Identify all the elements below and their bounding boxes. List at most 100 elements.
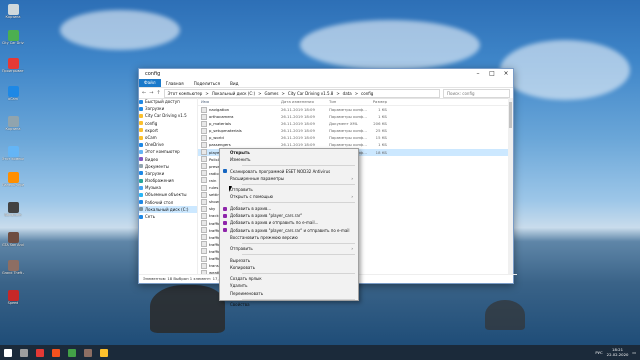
file-row[interactable]: orthocamera 26.11.2019 18:09 Параметры кон… bbox=[198, 113, 513, 120]
nav-item-label: Видео bbox=[145, 156, 159, 162]
forward-icon[interactable]: → bbox=[149, 90, 153, 96]
breadcrumb-item[interactable]: data bbox=[343, 90, 352, 97]
nav-item[interactable]: Изображения bbox=[139, 177, 197, 184]
context-menu-item[interactable]: Переименовать bbox=[220, 290, 358, 297]
nav-item[interactable]: Этот компьютер bbox=[139, 148, 197, 155]
nav-item[interactable]: Быстрый доступ bbox=[139, 98, 197, 105]
breadcrumb-item[interactable]: config bbox=[361, 90, 373, 97]
desktop-icon[interactable]: Grand Theft Auto bbox=[2, 260, 24, 282]
breadcrumb-item[interactable]: Локальный диск (C:) bbox=[212, 90, 255, 97]
yandex-icon[interactable] bbox=[48, 345, 64, 360]
nav-item[interactable]: Объемные объекты bbox=[139, 191, 197, 198]
nav-item[interactable]: OneDrive bbox=[139, 141, 197, 148]
desktop-icon[interactable]: Корзина bbox=[2, 116, 24, 138]
ribbon-tab-2[interactable]: Поделиться bbox=[189, 81, 225, 86]
context-menu-item[interactable]: Открыть с помощью › bbox=[220, 193, 358, 200]
minimize-button[interactable]: – bbox=[471, 69, 485, 79]
nav-item-label: Документы bbox=[145, 163, 169, 169]
scroll-thumb[interactable] bbox=[509, 102, 512, 128]
column-header[interactable]: Имя bbox=[198, 98, 281, 105]
opera-icon[interactable] bbox=[32, 345, 48, 360]
ribbon-tab-1[interactable]: Главная bbox=[161, 81, 189, 86]
desktop-icon-label: Grand Theft Auto bbox=[2, 271, 24, 275]
context-menu-item[interactable]: Создать ярлык bbox=[220, 275, 358, 282]
context-menu-item[interactable]: Расширенные параметры › bbox=[220, 175, 358, 182]
column-header[interactable]: Размер bbox=[367, 98, 387, 105]
breadcrumb-item[interactable]: Этот компьютер bbox=[168, 90, 203, 97]
back-icon[interactable]: ← bbox=[142, 90, 146, 96]
file-row[interactable]: p_world 26.11.2019 18:09 Параметры конф...… bbox=[198, 134, 513, 141]
context-menu-item[interactable]: Добавить в архив "player_cars.rar" bbox=[220, 212, 358, 219]
breadcrumb-item[interactable]: Games bbox=[264, 90, 278, 97]
context-menu-item[interactable]: Отправить bbox=[220, 186, 358, 193]
nav-item[interactable]: config bbox=[139, 120, 197, 127]
nav-item[interactable]: Видео bbox=[139, 156, 197, 163]
nav-item[interactable]: oCam bbox=[139, 134, 197, 141]
context-menu-item[interactable]: Копировать bbox=[220, 264, 358, 271]
context-menu-item[interactable]: Добавить в архив и отправить по e-mail..… bbox=[220, 219, 358, 226]
desktop-icon[interactable]: Bandicam bbox=[2, 202, 24, 224]
maximize-button[interactable]: □ bbox=[485, 69, 499, 79]
context-menu-item[interactable]: Изменить bbox=[220, 156, 358, 163]
context-menu-item[interactable]: Вырезать bbox=[220, 257, 358, 264]
context-menu-item[interactable]: Удалить bbox=[220, 282, 358, 289]
context-menu-item[interactable]: Сканировать программой ESET NOD32 Antivi… bbox=[220, 168, 358, 175]
column-header[interactable]: Дата изменения bbox=[281, 98, 329, 105]
nav-item[interactable]: Локальный диск (C:) bbox=[139, 205, 197, 213]
file-name-cell: p_materials bbox=[198, 120, 281, 127]
desktop-icon[interactable]: City Car Driving bbox=[2, 30, 24, 52]
notification-icon[interactable]: ▭ bbox=[632, 350, 636, 355]
context-menu-item[interactable]: Восстановить прежнюю версию bbox=[220, 234, 358, 241]
up-icon[interactable]: ↑ bbox=[156, 90, 160, 96]
app-icon-10 bbox=[7, 290, 19, 301]
app-icon-9 bbox=[7, 260, 19, 271]
address-bar[interactable]: Этот компьютер > Локальный диск (C:) > Games… bbox=[163, 88, 440, 98]
nav-item[interactable]: City Car Driving v1.5 bbox=[139, 112, 197, 119]
ribbon-tab-0[interactable]: Файл bbox=[139, 79, 161, 87]
nav-item[interactable]: Документы bbox=[139, 163, 197, 170]
context-menu-item[interactable]: Добавить в архив "player_cars.rar" и отп… bbox=[220, 227, 358, 234]
desktop-icon[interactable]: oCam bbox=[2, 86, 24, 108]
close-button[interactable]: × bbox=[499, 69, 513, 79]
context-menu-item[interactable]: Отправить › bbox=[220, 245, 358, 252]
language-indicator[interactable]: РУС bbox=[595, 350, 602, 355]
column-header[interactable]: Тип bbox=[329, 98, 367, 105]
context-menu-item[interactable]: Добавить в архив... bbox=[220, 205, 358, 212]
file-size bbox=[367, 241, 387, 248]
menu-item-label: Расширенные параметры bbox=[230, 175, 285, 181]
green-app-glyph bbox=[68, 348, 76, 357]
search-icon[interactable] bbox=[16, 345, 32, 360]
nav-item-label: City Car Driving v1.5 bbox=[145, 113, 187, 119]
desktop-icon[interactable]: Панель управления bbox=[2, 172, 24, 194]
file-row[interactable]: p_setupmaterials 26.11.2019 18:09 Параметр… bbox=[198, 127, 513, 134]
nav-item[interactable]: Рабочий стол bbox=[139, 199, 197, 206]
context-menu-item[interactable]: Свойства bbox=[220, 301, 358, 308]
nav-item[interactable]: Сеть bbox=[139, 213, 197, 220]
desktop-icon[interactable]: Корзина bbox=[2, 4, 24, 26]
green-app-icon[interactable] bbox=[64, 345, 80, 360]
title-bar[interactable]: config – □ × bbox=[139, 69, 513, 79]
app-icon-6 bbox=[7, 172, 19, 183]
clock[interactable]: 18:21 22.02.2020 bbox=[607, 347, 629, 357]
game-icon[interactable] bbox=[80, 345, 96, 360]
desktop-icon[interactable]: GTA San Andreas bbox=[2, 232, 24, 254]
file-row[interactable]: navigation 26.11.2019 18:09 Параметры конф… bbox=[198, 106, 513, 113]
nav-item[interactable]: Загрузки bbox=[139, 105, 197, 112]
search-input[interactable]: Поиск: config bbox=[443, 88, 510, 98]
nav-item[interactable]: Загрузки bbox=[139, 170, 197, 177]
desktop-icon[interactable]: Проигрыватель bbox=[2, 58, 24, 80]
breadcrumb-item[interactable]: City Car Driving v1.5.8 bbox=[288, 90, 333, 97]
ribbon-tab-3[interactable]: Вид bbox=[225, 81, 244, 86]
explorer-icon[interactable] bbox=[96, 345, 112, 360]
nav-item[interactable]: Музыка bbox=[139, 184, 197, 191]
desktop-icon[interactable]: Speed bbox=[2, 290, 24, 312]
nav-item[interactable]: export bbox=[139, 127, 197, 134]
context-menu-item[interactable]: Открыть bbox=[220, 149, 358, 156]
scrollbar[interactable] bbox=[508, 98, 513, 274]
start-icon[interactable] bbox=[0, 345, 16, 360]
nav-item-label: Локальный диск (C:) bbox=[145, 206, 189, 212]
desktop-icon[interactable]: Этот компьютер bbox=[2, 146, 24, 168]
folder-icon bbox=[139, 106, 143, 111]
file-row[interactable]: p_materials 26.11.2019 18:09 Документ XML 2… bbox=[198, 120, 513, 127]
file-name: navigation bbox=[209, 107, 230, 112]
